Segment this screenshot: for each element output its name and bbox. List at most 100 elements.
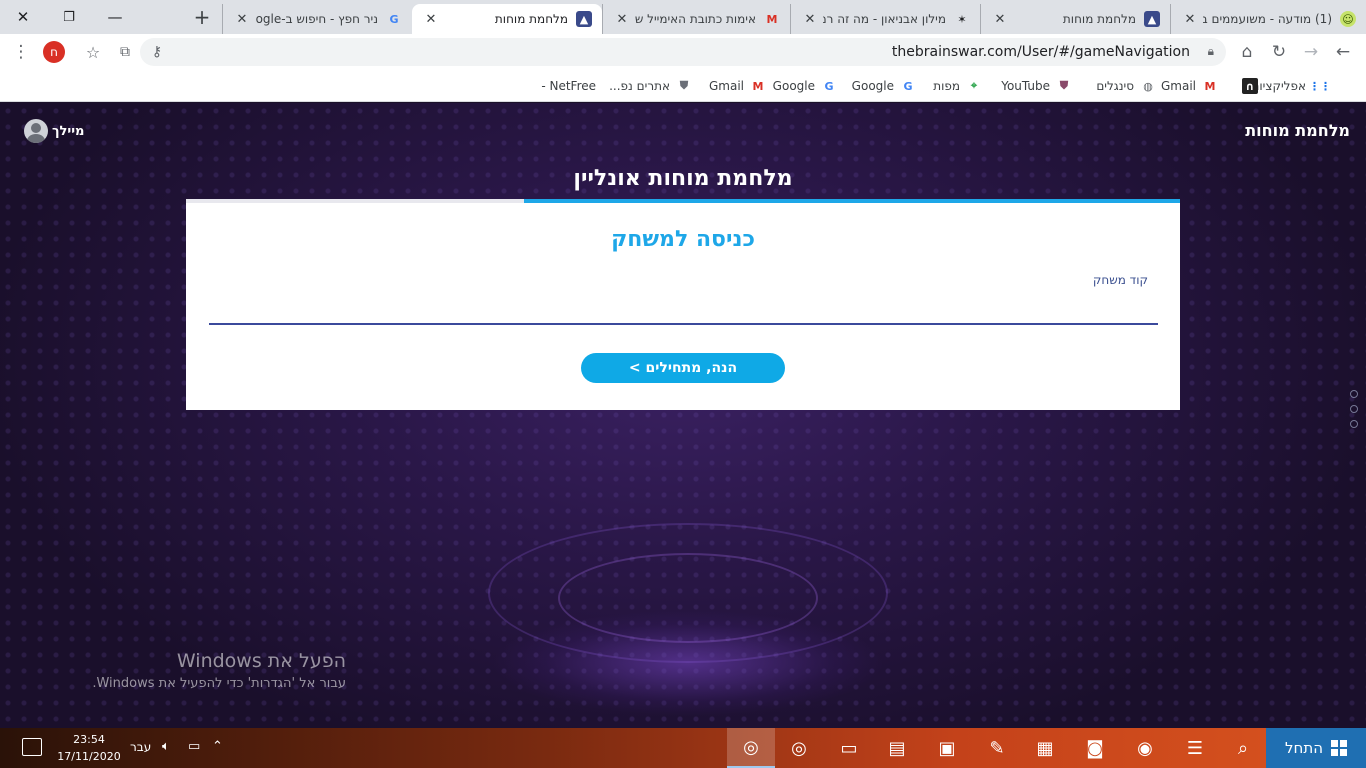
start-button[interactable]: התחל <box>1266 728 1366 768</box>
window-minimize-button[interactable]: — <box>92 0 138 34</box>
bookmark-google-2[interactable]: G Google <box>773 76 837 96</box>
star-icon[interactable]: ☆ <box>80 39 106 65</box>
tab-close-icon[interactable]: ✕ <box>991 12 1009 27</box>
activation-subtitle: עבור אל 'הגדרות' כדי להפעיל את Windows. <box>92 676 346 691</box>
computer-icon[interactable]: ▭ <box>836 735 862 761</box>
chrome-icon[interactable]: ◎ <box>786 735 812 761</box>
bookmark-singles[interactable]: ◍ סינגלים <box>1096 76 1156 96</box>
activation-title: הפעל את Windows <box>176 650 346 672</box>
key-icon[interactable]: ⚷ <box>144 39 170 65</box>
bookmarks-bar: ⋮⋮ אפליקציות ∩ M Gmail ◍ סינגלים ⛊ YouTu… <box>0 70 1366 102</box>
bookmark-netfree-sites[interactable]: ⛊ אתרים נפ... <box>609 76 692 96</box>
windows-activation-watermark: הפעל את Windows עבור אל 'הגדרות' כדי להפ… <box>66 650 346 691</box>
back-icon[interactable]: ← <box>1330 39 1356 65</box>
tab-brainswar[interactable]: ▲ מלחמת מוחות ✕ <box>980 4 1170 34</box>
start-game-button[interactable]: הנה, מתחילים > <box>581 353 785 383</box>
start-label: התחל <box>1285 739 1323 757</box>
globe-icon: ◍ <box>1143 79 1153 93</box>
volume-icon[interactable]: 🔈︎ <box>162 739 170 754</box>
notifications-icon[interactable] <box>22 738 42 756</box>
user-avatar-icon <box>24 119 48 143</box>
search-icon[interactable]: ⌕ <box>1230 735 1256 761</box>
clock-time: 23:54 <box>73 733 105 746</box>
url-text[interactable]: thebrainswar.com/User/#/gameNavigation <box>892 44 1190 60</box>
page-title: מלחמת מוחות אונליין <box>573 166 793 191</box>
pagination-dot[interactable] <box>1350 420 1358 428</box>
tab-strip: ✕ ❐ — + G ניר חפץ - חיפוש ב-Google ✕ ▲ מ… <box>0 0 1366 34</box>
tab-title: אימות כתובת האימייל של <box>635 12 756 26</box>
gmail-icon: M <box>1204 79 1216 93</box>
tab-title: ניר חפץ - חיפוש ב-Google <box>255 12 378 26</box>
game-code-input[interactable] <box>209 291 1158 325</box>
tab-close-icon[interactable]: ✕ <box>422 12 440 27</box>
tab-avneon[interactable]: ✶ מילון אבניאון - מה זה רמ ✕ <box>790 4 980 34</box>
tab-close-icon[interactable]: ✕ <box>1181 12 1199 27</box>
media-player-icon[interactable]: ◉ <box>1132 735 1158 761</box>
control-panel-icon[interactable]: ▦ <box>1032 735 1058 761</box>
brainswar-icon: ▲ <box>1144 11 1160 27</box>
game-code-label: קוד משחק <box>1092 273 1148 287</box>
save-disk-icon[interactable]: ▣ <box>934 735 960 761</box>
bookmark-label: סינגלים <box>1096 79 1134 93</box>
clock[interactable]: 23:54 17/11/2020 <box>56 731 122 765</box>
bookmark-label: אפליקציות <box>1251 79 1307 93</box>
tab-google-search[interactable]: G ניר חפץ - חיפוש ב-Google ✕ <box>222 4 412 34</box>
tab-title: (1) מודעה - משועממים ב <box>1203 12 1332 26</box>
forward-icon[interactable]: → <box>1298 39 1324 65</box>
new-tab-button[interactable]: + <box>188 4 216 30</box>
bookmark-google-1[interactable]: G Google <box>852 76 916 96</box>
user-menu[interactable]: מיילך <box>24 119 84 143</box>
bookmark-gmail[interactable]: M Gmail <box>1161 76 1218 96</box>
home-icon[interactable]: ⌂ <box>1234 39 1260 65</box>
browser-toolbar: ⋮ ח ☆ ⧉ ⚷ thebrainswar.com/User/#/gameNa… <box>0 34 1366 70</box>
extension-icon[interactable]: ⧉ <box>112 39 138 65</box>
bookmark-youtube[interactable]: ⛊ YouTube <box>1001 76 1072 96</box>
gmail-icon: M <box>752 79 764 93</box>
google-icon: G <box>389 12 399 26</box>
tab-close-icon[interactable]: ✕ <box>233 12 251 27</box>
address-bar[interactable]: ⚷ thebrainswar.com/User/#/gameNavigation… <box>140 38 1226 66</box>
bookmark-icon: ∩ <box>1242 78 1258 94</box>
pagination-dot[interactable] <box>1350 390 1358 398</box>
camera-icon[interactable]: ◙ <box>1082 735 1108 761</box>
bookmark-apps[interactable]: ⋮⋮ אפליקציות <box>1251 76 1332 96</box>
window-close-button[interactable]: ✕ <box>0 0 46 34</box>
tab-gmail-verify[interactable]: M אימות כתובת האימייל של ✕ <box>602 4 790 34</box>
lock-icon[interactable]: 🔒︎ <box>1208 44 1214 59</box>
profile-avatar[interactable]: ח <box>43 41 65 63</box>
menu-kebab-icon[interactable]: ⋮ <box>8 39 34 65</box>
chrome-active-icon[interactable]: ◎ <box>727 728 775 768</box>
maps-icon: ⌖ <box>970 79 978 92</box>
bookmark-unnamed[interactable]: ∩ <box>1236 76 1258 96</box>
shield-icon: ⛊ <box>679 79 689 92</box>
tab-title: מלחמת מוחות <box>1062 12 1136 26</box>
battery-icon[interactable]: ▭ <box>188 739 200 754</box>
tab-close-icon[interactable]: ✕ <box>613 12 631 27</box>
reload-icon[interactable]: ↻ <box>1266 39 1292 65</box>
bookmark-label: מפות <box>933 79 960 93</box>
bookmark-gmail-2[interactable]: M Gmail <box>709 76 766 96</box>
tab-title: מלחמת מוחות <box>494 12 568 26</box>
tab-ad[interactable]: ☺ (1) מודעה - משועממים ב ✕ <box>1170 4 1366 34</box>
tray-chevron-icon[interactable]: ⌃ <box>212 739 223 754</box>
tab-brainswar-active[interactable]: ▲ מלחמת מוחות ✕ <box>412 4 602 34</box>
bookmark-netfree[interactable]: NetFree - <box>541 76 596 96</box>
language-indicator[interactable]: עבר <box>130 740 151 754</box>
bookmark-maps[interactable]: ⌖ מפות <box>933 76 982 96</box>
task-view-icon[interactable]: ☰ <box>1182 735 1208 761</box>
side-pagination <box>1350 390 1360 435</box>
paint-icon[interactable]: ✎ <box>984 735 1010 761</box>
bookmark-label: Gmail <box>1160 79 1196 93</box>
library-icon[interactable]: ▤ <box>884 735 910 761</box>
google-icon: G <box>824 79 834 93</box>
bookmark-label: Google <box>772 79 815 93</box>
window-restore-button[interactable]: ❐ <box>46 0 92 34</box>
lime-icon: ☺ <box>1340 11 1356 27</box>
windows-taskbar: התחל ⌕ ☰ ◉ ◙ ▦ ✎ ▣ ▤ ▭ ◎ ◎ ⌃ ▭ 🔈︎ עבר 23… <box>0 728 1366 768</box>
avneon-icon: ✶ <box>957 12 967 26</box>
tab-close-icon[interactable]: ✕ <box>801 12 819 27</box>
bookmark-label: Gmail <box>708 79 744 93</box>
site-brand[interactable]: מלחמת מוחות <box>1245 121 1350 140</box>
tab-title: מילון אבניאון - מה זה רמ <box>823 12 946 26</box>
pagination-dot[interactable] <box>1350 405 1358 413</box>
